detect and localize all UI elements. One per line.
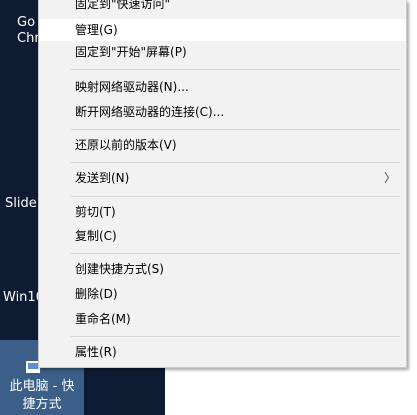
menu-item-rename[interactable]: 重命名(M) (39, 308, 406, 330)
menu-item-map-network-drive[interactable]: 映射网络驱动器(N)... (39, 76, 406, 98)
menu-separator (71, 336, 400, 337)
desktop-icon-label-chrome-1[interactable]: Go (17, 15, 35, 31)
menu-item-delete[interactable]: 删除(D) (39, 283, 406, 305)
menu-item-send-to[interactable]: 发送到(N) 〉 (39, 167, 406, 189)
menu-separator (71, 162, 400, 163)
menu-item-pin-start[interactable]: 固定到"开始"屏幕(P) (39, 41, 406, 63)
desktop-icon-label-slide[interactable]: Slide (5, 196, 37, 212)
chevron-right-icon: 〉 (383, 171, 396, 185)
menu-separator (71, 253, 400, 254)
menu-item-restore-previous-versions[interactable]: 还原以前的版本(V) (39, 134, 406, 156)
menu-separator (71, 129, 400, 130)
menu-item-disconnect-network-drive[interactable]: 断开网络驱动器的连接(C)... (39, 101, 406, 123)
menu-separator (71, 69, 400, 70)
desktop-icon-label-chrome-2[interactable]: Chr (17, 31, 40, 47)
menu-item-create-shortcut[interactable]: 创建快捷方式(S) (39, 258, 406, 280)
menu-item-cut[interactable]: 剪切(T) (39, 201, 406, 223)
menu-item-send-to-label: 发送到(N) (75, 171, 130, 185)
this-pc-shortcut-label: 此电脑 - 快 捷方式 (9, 379, 75, 412)
menu-item-properties[interactable]: 属性(R) (39, 341, 406, 363)
context-menu: 固定到"快速访问" 管理(G) 固定到"开始"屏幕(P) 映射网络驱动器(N).… (38, 0, 407, 368)
menu-item-manage[interactable]: 管理(G) (39, 19, 406, 41)
menu-separator (71, 196, 400, 197)
menu-item-copy[interactable]: 复制(C) (39, 225, 406, 247)
menu-item-pin-quick-access[interactable]: 固定到"快速访问" (39, 0, 406, 15)
